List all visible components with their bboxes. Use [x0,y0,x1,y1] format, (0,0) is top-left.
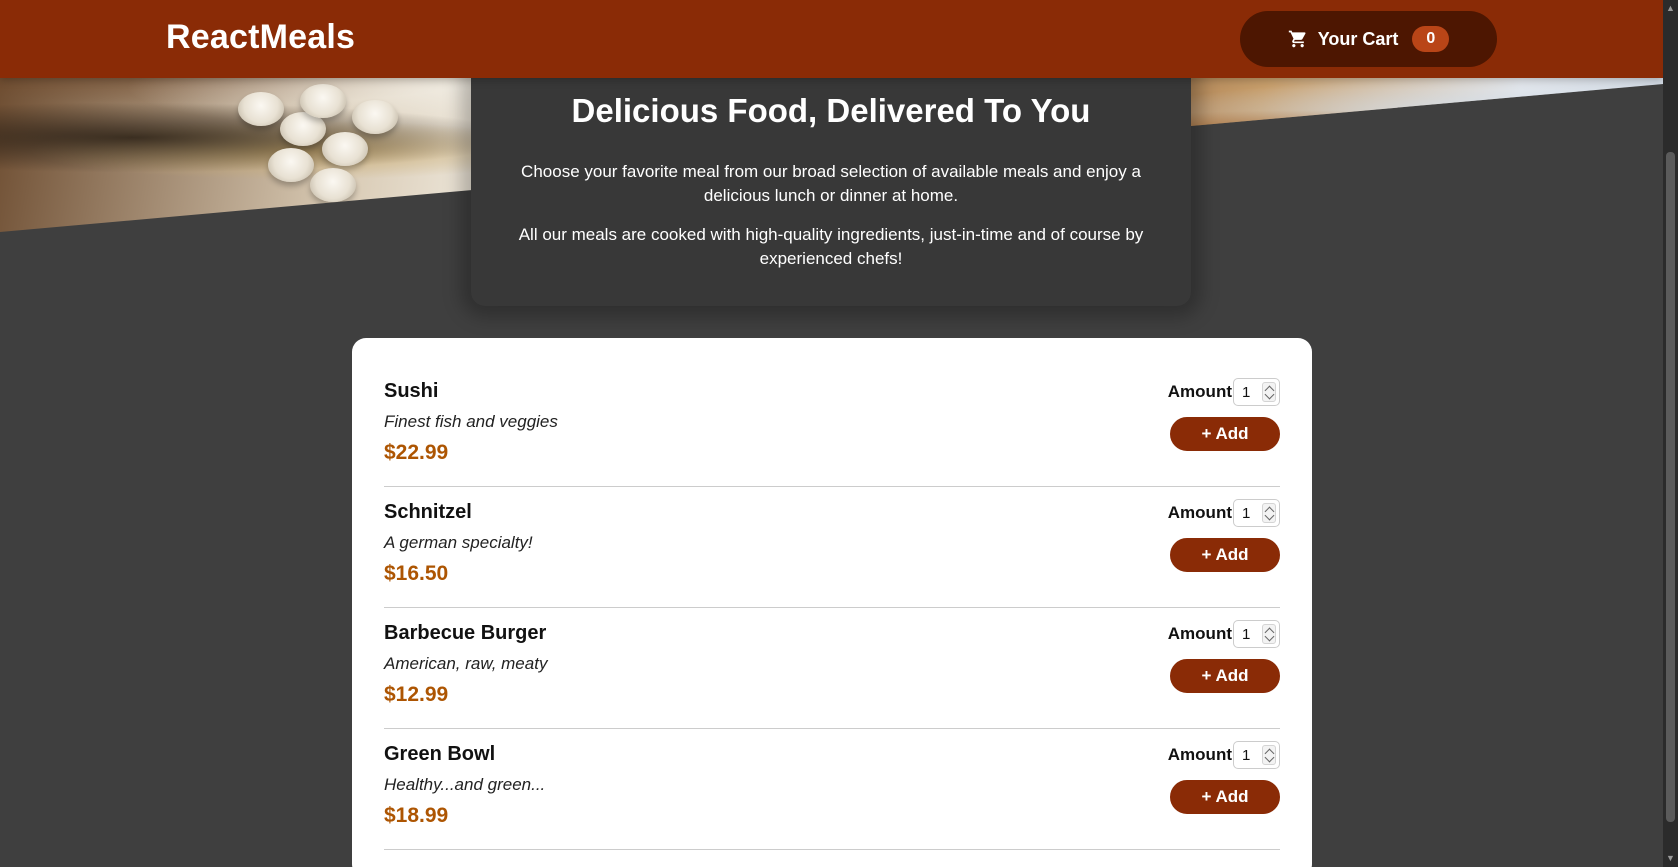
amount-input[interactable]: 1 [1233,620,1280,648]
scroll-down-arrow-icon[interactable]: ▼ [1666,852,1675,864]
spinner-arrows-icon[interactable] [1262,624,1276,644]
page-viewport: ReactMeals Your Cart 0 Delicious Food, D… [0,0,1663,867]
spinner-arrows-icon[interactable] [1262,382,1276,402]
amount-label: Amount [1167,382,1232,401]
spinner-arrows-icon[interactable] [1262,745,1276,765]
amount-label: Amount [1167,503,1232,522]
cup-shape [238,92,284,126]
meals-summary-card: Delicious Food, Delivered To You Choose … [471,64,1191,306]
summary-paragraph: Choose your favorite meal from our broad… [521,162,1141,205]
cup-shape [352,100,398,134]
spinner-arrows-icon[interactable] [1262,503,1276,523]
cup-shape [322,132,368,166]
meal-form: Amount 1 + Add [1140,368,1280,468]
amount-input[interactable]: 1 [1233,741,1280,769]
cup-shape [310,168,356,202]
summary-paragraph: All our meals are cooked with high-quali… [518,225,1144,268]
amount-input[interactable]: 1 [1233,499,1280,527]
amount-value: 1 [1242,746,1251,764]
meal-form: Amount 1 + Add [1140,731,1280,831]
top-header: ReactMeals Your Cart 0 [0,0,1663,78]
add-button[interactable]: + Add [1170,780,1280,814]
meal-form: Amount 1 + Add [1140,489,1280,589]
scroll-thumb[interactable] [1666,152,1675,822]
cart-button[interactable]: Your Cart 0 [1240,11,1497,67]
add-button[interactable]: + Add [1170,538,1280,572]
cup-shape [300,84,346,118]
available-meals-card: Sushi Finest fish and veggies $22.99 Amo… [352,338,1312,867]
cart-count-badge: 0 [1412,26,1450,52]
meal-item: Schnitzel A german specialty! $16.50 Amo… [384,487,1280,608]
amount-label: Amount [1167,624,1232,643]
cart-icon [1288,30,1306,48]
scroll-up-arrow-icon[interactable]: ▲ [1666,2,1675,14]
add-button[interactable]: + Add [1170,659,1280,693]
meal-item: Sushi Finest fish and veggies $22.99 Amo… [384,366,1280,487]
amount-input[interactable]: 1 [1233,378,1280,406]
vertical-scrollbar[interactable]: ▲ ▼ [1663,0,1678,867]
amount-label: Amount [1167,745,1232,764]
cup-shape [268,148,314,182]
cart-label: Your Cart [1317,28,1399,49]
amount-value: 1 [1242,504,1251,522]
amount-value: 1 [1242,625,1251,643]
summary-title: Delicious Food, Delivered To You [571,92,1091,129]
meal-item: Barbecue Burger American, raw, meaty $12… [384,608,1280,729]
amount-value: 1 [1242,383,1251,401]
meal-form: Amount 1 + Add [1140,610,1280,710]
add-button[interactable]: + Add [1170,417,1280,451]
brand-title: ReactMeals [166,18,356,56]
meal-item: Green Bowl Healthy...and green... $18.99… [384,729,1280,850]
